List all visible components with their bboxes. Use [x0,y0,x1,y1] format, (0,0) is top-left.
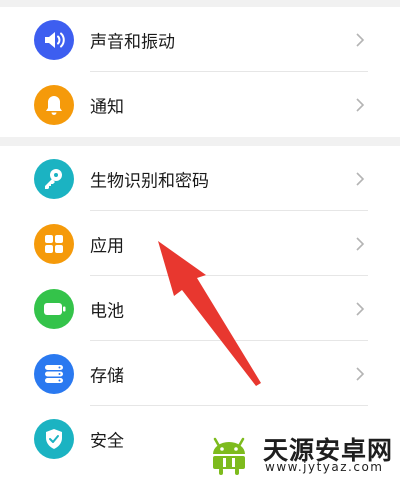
settings-item-apps[interactable]: 应用 [0,211,400,276]
settings-item-storage[interactable]: 存储 [0,341,400,406]
settings-item-label: 电池 [90,301,124,321]
chevron-right-icon [356,236,365,251]
top-section-divider [0,0,400,7]
settings-item-label: 存储 [90,366,124,386]
settings-item-battery[interactable]: 电池 [0,276,400,341]
apps-grid-icon [34,223,74,264]
key-icon [34,158,74,199]
speaker-icon [34,19,74,60]
settings-item-label: 生物识别和密码 [90,171,209,191]
watermark: 天源安卓网 www.jytyaz.com [205,428,400,478]
settings-item-sound-vibration[interactable]: 声音和振动 [0,7,400,72]
settings-item-label: 通知 [90,97,124,117]
chevron-right-icon [356,301,365,316]
chevron-right-icon [356,366,365,381]
settings-item-label: 安全 [90,431,124,451]
shield-check-icon [34,418,74,459]
watermark-url: www.jytyaz.com [265,460,384,474]
settings-item-label: 声音和振动 [90,32,175,52]
group-separator [0,137,400,146]
bell-icon [34,84,74,125]
battery-icon [34,288,74,329]
settings-item-label: 应用 [90,236,124,256]
settings-item-biometrics-password[interactable]: 生物识别和密码 [0,146,400,211]
chevron-right-icon [356,97,365,112]
storage-icon [34,353,74,394]
android-logo-icon [213,437,245,475]
chevron-right-icon [356,32,365,47]
chevron-right-icon [356,171,365,186]
settings-item-notifications[interactable]: 通知 [0,72,400,137]
